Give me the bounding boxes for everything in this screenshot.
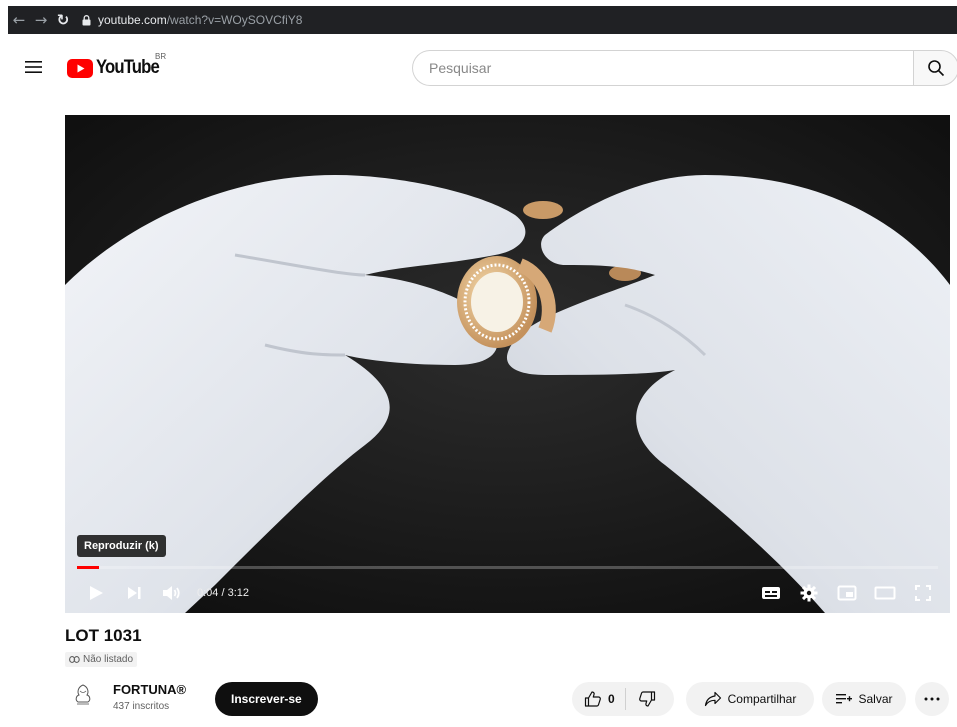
fullscreen-icon bbox=[915, 585, 931, 601]
hamburger-menu-icon[interactable] bbox=[24, 57, 44, 77]
search-box[interactable] bbox=[412, 50, 914, 86]
settings-button[interactable] bbox=[790, 575, 828, 611]
play-tooltip: Reproduzir (k) bbox=[77, 535, 166, 557]
youtube-play-logo-icon bbox=[67, 58, 93, 78]
address-bar[interactable]: ← → ↻ youtube.com/watch?v=WOySOVCfiY8 bbox=[8, 6, 957, 34]
more-horizontal-icon bbox=[924, 697, 940, 701]
search-icon bbox=[928, 60, 945, 77]
save-button[interactable]: Salvar bbox=[822, 682, 906, 716]
country-code: BR bbox=[155, 52, 167, 61]
subscribe-button[interactable]: Inscrever-se bbox=[215, 682, 318, 716]
theater-mode-button[interactable] bbox=[866, 575, 904, 611]
volume-icon bbox=[163, 586, 180, 600]
miniplayer-button[interactable] bbox=[828, 575, 866, 611]
search-input[interactable] bbox=[429, 60, 914, 76]
thumbs-up-icon bbox=[584, 691, 601, 707]
thumbs-down-icon bbox=[638, 691, 655, 707]
channel-name[interactable]: FORTUNA® bbox=[113, 682, 186, 697]
like-count: 0 bbox=[608, 692, 615, 706]
next-icon bbox=[128, 587, 141, 599]
share-button[interactable]: Compartilhar bbox=[686, 682, 814, 716]
settings-icon bbox=[800, 584, 818, 602]
search-button[interactable] bbox=[913, 50, 957, 86]
playlist-add-icon bbox=[836, 694, 853, 704]
video-player[interactable]: Reproduzir (k) 0:04 / 3:12 bbox=[65, 115, 950, 613]
owner-row: FORTUNA® 437 inscritos Inscrever-se 0 Co… bbox=[65, 680, 950, 720]
video-frame[interactable] bbox=[65, 115, 950, 613]
more-actions-button[interactable] bbox=[915, 682, 949, 716]
browser-toolbar: ← → ↻ youtube.com/watch?v=WOySOVCfiY8 bbox=[0, 0, 957, 40]
share-icon bbox=[704, 691, 721, 707]
theater-icon bbox=[874, 586, 896, 600]
url-host: youtube.com bbox=[98, 13, 167, 27]
lock-icon[interactable] bbox=[78, 14, 94, 26]
subtitles-button[interactable] bbox=[752, 575, 790, 611]
next-button[interactable] bbox=[115, 575, 153, 611]
reload-icon[interactable]: ↻ bbox=[52, 6, 74, 34]
masthead: YouTube BR bbox=[0, 42, 957, 94]
save-label: Salvar bbox=[858, 692, 893, 706]
video-title: LOT 1031 bbox=[65, 626, 142, 645]
share-label: Compartilhar bbox=[727, 692, 797, 706]
url-text[interactable]: youtube.com/watch?v=WOySOVCfiY8 bbox=[98, 13, 302, 27]
fullscreen-button[interactable] bbox=[904, 575, 942, 611]
like-dislike-group: 0 bbox=[572, 682, 674, 716]
forward-icon[interactable]: → bbox=[30, 6, 52, 34]
progress-played bbox=[77, 566, 99, 569]
logo-text: YouTube bbox=[96, 57, 160, 78]
like-button[interactable]: 0 bbox=[572, 682, 625, 716]
link-icon bbox=[69, 656, 80, 663]
play-icon bbox=[90, 586, 103, 600]
subtitles-icon bbox=[762, 587, 780, 599]
player-controls: 0:04 / 3:12 bbox=[65, 573, 950, 613]
channel-avatar[interactable] bbox=[67, 682, 99, 714]
privacy-label: Não listado bbox=[83, 654, 134, 665]
dislike-button[interactable] bbox=[626, 682, 668, 716]
youtube-logo[interactable]: YouTube BR bbox=[67, 52, 167, 79]
back-icon[interactable]: ← bbox=[8, 6, 30, 34]
play-button[interactable] bbox=[77, 575, 115, 611]
time-display: 0:04 / 3:12 bbox=[197, 587, 249, 599]
subscriber-count: 437 inscritos bbox=[113, 701, 170, 712]
progress-bar[interactable] bbox=[77, 566, 938, 569]
privacy-badge: Não listado bbox=[65, 652, 138, 667]
fortuna-logo bbox=[67, 682, 99, 714]
volume-button[interactable] bbox=[153, 575, 191, 611]
miniplayer-icon bbox=[837, 585, 857, 601]
url-path: /watch?v=WOySOVCfiY8 bbox=[166, 13, 303, 27]
